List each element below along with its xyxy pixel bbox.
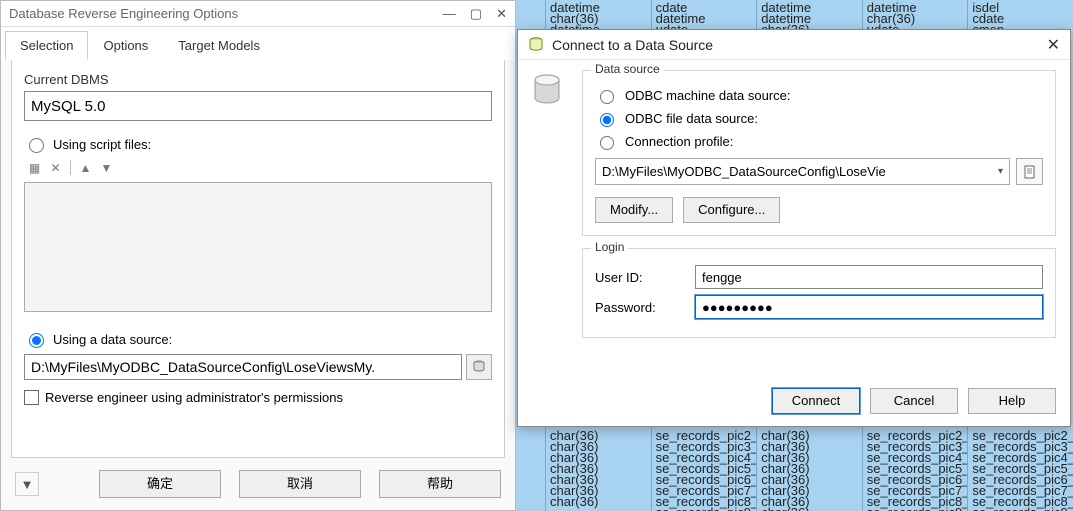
radio-label: Connection profile:: [625, 134, 733, 149]
using-script-files-radio[interactable]: Using script files:: [24, 135, 492, 153]
dialog-button-bar: Connect Cancel Help: [518, 376, 1070, 426]
button-label: Cancel: [894, 393, 934, 408]
connect-button[interactable]: Connect: [772, 388, 860, 414]
button-label: Help: [999, 393, 1026, 408]
tab-body: Current DBMS Using script files: ▦ ✕ ▲ ▼…: [11, 60, 505, 458]
close-icon[interactable]: ✕: [496, 1, 507, 27]
move-down-icon[interactable]: ▼: [98, 159, 115, 176]
using-data-source-radio[interactable]: Using a data source:: [24, 330, 492, 348]
login-group: Login User ID: Password:: [582, 248, 1056, 338]
dialog-titlebar[interactable]: Database Reverse Engineering Options — ▢…: [1, 1, 515, 27]
cancel-button[interactable]: 取消: [239, 470, 361, 498]
reverse-admin-checkbox-row[interactable]: Reverse engineer using administrator's p…: [24, 390, 492, 405]
tab-selection[interactable]: Selection: [5, 31, 88, 60]
radio-connection-profile[interactable]: [600, 136, 614, 150]
database-icon: [472, 360, 486, 374]
dialog-button-bar: ▼ 确定 取消 帮助: [1, 458, 515, 510]
data-source-group: Data source ODBC machine data source: OD…: [582, 70, 1056, 236]
tab-bar: Selection Options Target Models: [1, 27, 515, 60]
modify-button[interactable]: Modify...: [595, 197, 673, 223]
chevron-down-icon: ▼: [21, 477, 34, 492]
odbc-file-radio-row[interactable]: ODBC file data source:: [595, 110, 1043, 127]
file-dsn-combobox[interactable]: D:\MyFiles\MyODBC_DataSourceConfig\LoseV…: [595, 158, 1010, 185]
database-icon: [528, 37, 544, 53]
group-legend: Login: [591, 240, 628, 254]
browse-file-dsn-button[interactable]: [1016, 158, 1043, 185]
document-icon: [1023, 165, 1037, 179]
button-label: 帮助: [427, 476, 453, 491]
chevron-down-icon: ▾: [998, 166, 1003, 177]
user-id-input[interactable]: [695, 265, 1043, 289]
checkbox-admin-perms[interactable]: [24, 390, 39, 405]
separator: [70, 160, 71, 175]
current-dbms-input[interactable]: [24, 91, 492, 121]
tab-label: Target Models: [178, 38, 260, 53]
close-icon[interactable]: ✕: [1047, 35, 1060, 55]
radio-script-files[interactable]: [29, 138, 44, 153]
radio-data-source[interactable]: [29, 333, 44, 348]
odbc-machine-radio-row[interactable]: ODBC machine data source:: [595, 87, 1043, 104]
dialog-title: Connect to a Data Source: [552, 37, 1039, 53]
configure-button[interactable]: Configure...: [683, 197, 780, 223]
browse-data-source-button[interactable]: [466, 354, 492, 380]
move-up-icon[interactable]: ▲: [77, 159, 94, 176]
button-label: Modify...: [610, 202, 658, 217]
user-id-label: User ID:: [595, 270, 695, 285]
tab-target-models[interactable]: Target Models: [163, 31, 275, 60]
background-schema-columns-lower: char(36)char(36)char(36)char(36)char(36)…: [545, 428, 1073, 511]
password-label: Password:: [595, 300, 695, 315]
add-file-icon[interactable]: ▦: [26, 159, 43, 176]
database-cylinder-icon: [532, 74, 562, 108]
help-button[interactable]: 帮助: [379, 470, 501, 498]
cancel-button[interactable]: Cancel: [870, 388, 958, 414]
remove-file-icon[interactable]: ✕: [47, 159, 64, 176]
tab-label: Selection: [20, 38, 73, 53]
help-button[interactable]: Help: [968, 388, 1056, 414]
button-label: Configure...: [698, 202, 765, 217]
button-label: Connect: [792, 393, 840, 408]
group-legend: Data source: [591, 62, 664, 76]
password-input[interactable]: [695, 295, 1043, 319]
connect-data-source-dialog: Connect to a Data Source ✕ Data source O…: [517, 29, 1071, 427]
tab-label: Options: [103, 38, 148, 53]
tab-options[interactable]: Options: [88, 31, 163, 60]
expand-details-button[interactable]: ▼: [15, 472, 39, 496]
script-files-listbox[interactable]: [24, 182, 492, 312]
ok-button[interactable]: 确定: [99, 470, 221, 498]
radio-label: Using script files:: [53, 137, 151, 152]
radio-odbc-machine[interactable]: [600, 90, 614, 104]
connection-profile-radio-row[interactable]: Connection profile:: [595, 133, 1043, 150]
current-dbms-label: Current DBMS: [24, 72, 492, 87]
radio-label: ODBC file data source:: [625, 111, 758, 126]
reverse-engineering-options-dialog: Database Reverse Engineering Options — ▢…: [0, 0, 516, 511]
dialog-titlebar[interactable]: Connect to a Data Source ✕: [518, 30, 1070, 60]
dialog-title: Database Reverse Engineering Options: [9, 1, 238, 27]
radio-label: ODBC machine data source:: [625, 88, 790, 103]
maximize-icon[interactable]: ▢: [470, 1, 482, 27]
radio-label: Using a data source:: [53, 332, 172, 347]
data-source-path-input[interactable]: [24, 354, 462, 380]
checkbox-label: Reverse engineer using administrator's p…: [45, 390, 343, 405]
minimize-icon[interactable]: —: [443, 1, 456, 27]
combobox-value: D:\MyFiles\MyODBC_DataSourceConfig\LoseV…: [602, 164, 886, 179]
side-illustration: [532, 70, 572, 376]
button-label: 取消: [287, 476, 313, 491]
button-label: 确定: [147, 476, 173, 491]
script-files-toolbar: ▦ ✕ ▲ ▼: [26, 159, 492, 176]
radio-odbc-file[interactable]: [600, 113, 614, 127]
